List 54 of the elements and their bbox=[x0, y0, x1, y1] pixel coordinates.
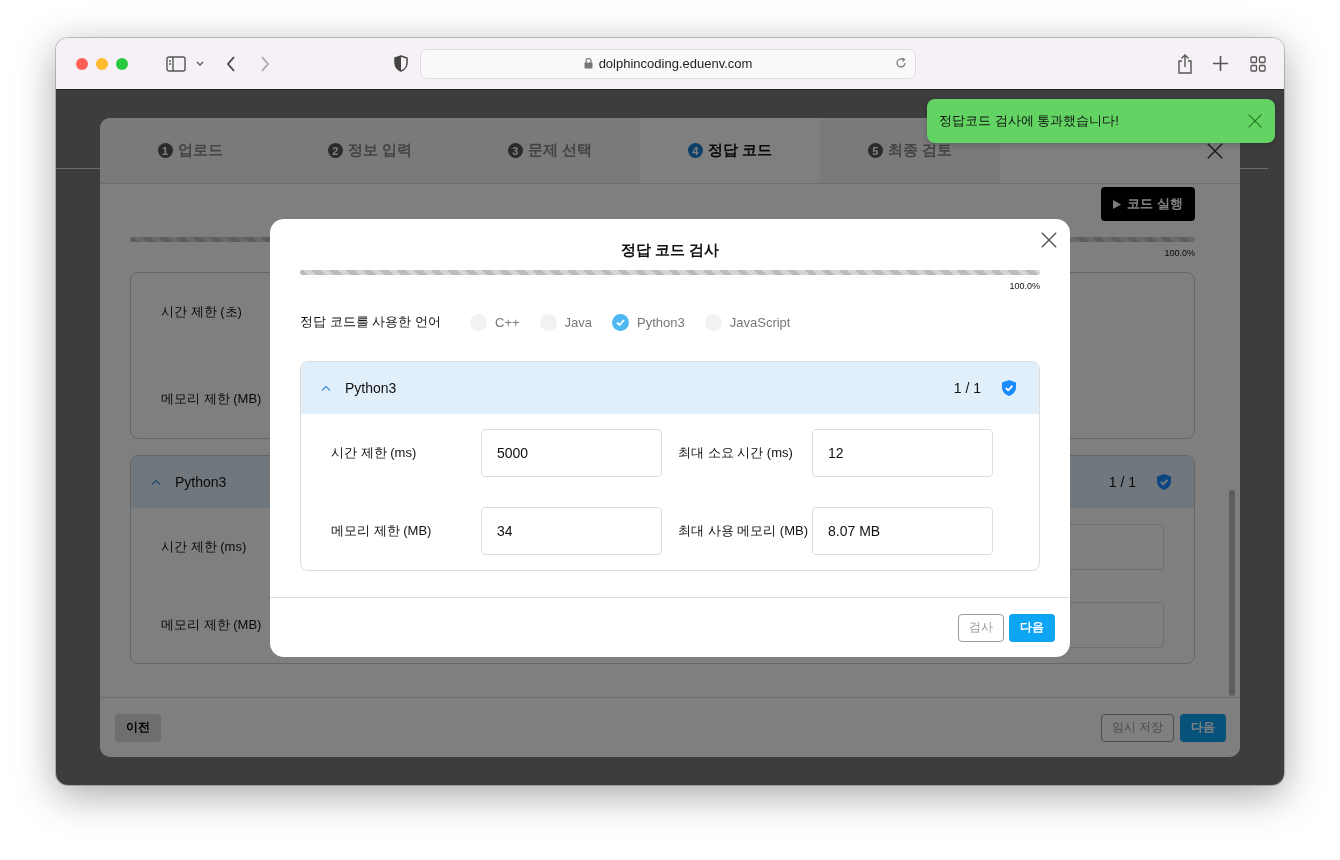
language-option[interactable]: JavaScript bbox=[704, 313, 791, 331]
input-field[interactable]: 12 bbox=[812, 429, 993, 477]
score-text: 1 / 1 bbox=[1108, 474, 1136, 490]
field-label: 최대 소요 시간 (ms) bbox=[677, 444, 794, 462]
section-header[interactable]: Python3 1 / 1 bbox=[301, 362, 1039, 414]
step-number: 1 bbox=[157, 143, 173, 158]
scrollbar[interactable] bbox=[1229, 490, 1235, 696]
language-option[interactable]: Python3 bbox=[612, 313, 685, 331]
field-label: 시간 제한 (초) bbox=[161, 303, 243, 321]
score-text: 1 / 1 bbox=[953, 380, 981, 396]
input-field[interactable]: 5000 bbox=[481, 429, 662, 477]
close-window-button[interactable] bbox=[76, 57, 88, 70]
step-number: 3 bbox=[507, 143, 523, 158]
chevron-up-icon[interactable] bbox=[321, 385, 331, 391]
tab-overview-icon[interactable] bbox=[1250, 55, 1266, 72]
chevron-down-icon[interactable] bbox=[196, 60, 204, 67]
section-title: Python3 bbox=[345, 380, 397, 396]
language-option[interactable]: C++ bbox=[470, 313, 520, 331]
field-label: 메모리 제한 (MB) bbox=[161, 390, 263, 408]
share-icon[interactable] bbox=[1177, 53, 1193, 74]
close-icon[interactable] bbox=[1040, 231, 1058, 249]
step-number: 4 bbox=[687, 143, 703, 158]
progress-reading: 100.0% bbox=[1009, 281, 1040, 291]
back-icon[interactable] bbox=[226, 55, 236, 72]
progress-reading: 100.0% bbox=[1164, 248, 1195, 258]
address-bar[interactable]: dolphincoding.eduenv.com bbox=[420, 48, 916, 79]
plus-icon[interactable] bbox=[1213, 56, 1228, 71]
check-icon bbox=[616, 318, 626, 326]
sidebar-icon[interactable] bbox=[166, 55, 186, 72]
step-label: 정답 코드 bbox=[707, 141, 773, 160]
input-field[interactable]: 34 bbox=[481, 507, 662, 555]
field-label: 시간 제한 (ms) bbox=[331, 444, 418, 462]
shield-check-icon bbox=[1156, 473, 1172, 491]
shield-check-icon bbox=[1001, 379, 1017, 397]
previous-button[interactable]: 이전 bbox=[115, 713, 161, 742]
field-label: 메모리 제한 (MB) bbox=[161, 616, 262, 634]
language-option[interactable]: Java bbox=[539, 313, 593, 331]
step-number: 2 bbox=[327, 143, 343, 158]
field-label: 메모리 제한 (MB) bbox=[331, 522, 433, 540]
input-field[interactable]: 8.07 MB bbox=[812, 507, 993, 555]
close-icon[interactable] bbox=[1206, 142, 1224, 160]
field-label: 최대 사용 메모리 (MB) bbox=[677, 522, 809, 540]
run-code-button[interactable]: 코드 실행 bbox=[1101, 187, 1195, 221]
reload-icon[interactable] bbox=[895, 56, 907, 69]
lock-icon bbox=[583, 58, 593, 69]
play-icon bbox=[1113, 199, 1122, 209]
dialog-title: 정답 코드 검사 bbox=[620, 241, 720, 260]
field-label: 시간 제한 (ms) bbox=[161, 538, 247, 556]
step-number: 5 bbox=[867, 143, 883, 158]
shield-icon[interactable] bbox=[394, 55, 408, 72]
section-title: Python3 bbox=[175, 474, 227, 490]
radio-button[interactable] bbox=[612, 313, 630, 331]
language-label: 정답 코드를 사용한 언어 bbox=[300, 313, 442, 331]
dialog-button[interactable]: 다음 bbox=[1009, 613, 1055, 642]
